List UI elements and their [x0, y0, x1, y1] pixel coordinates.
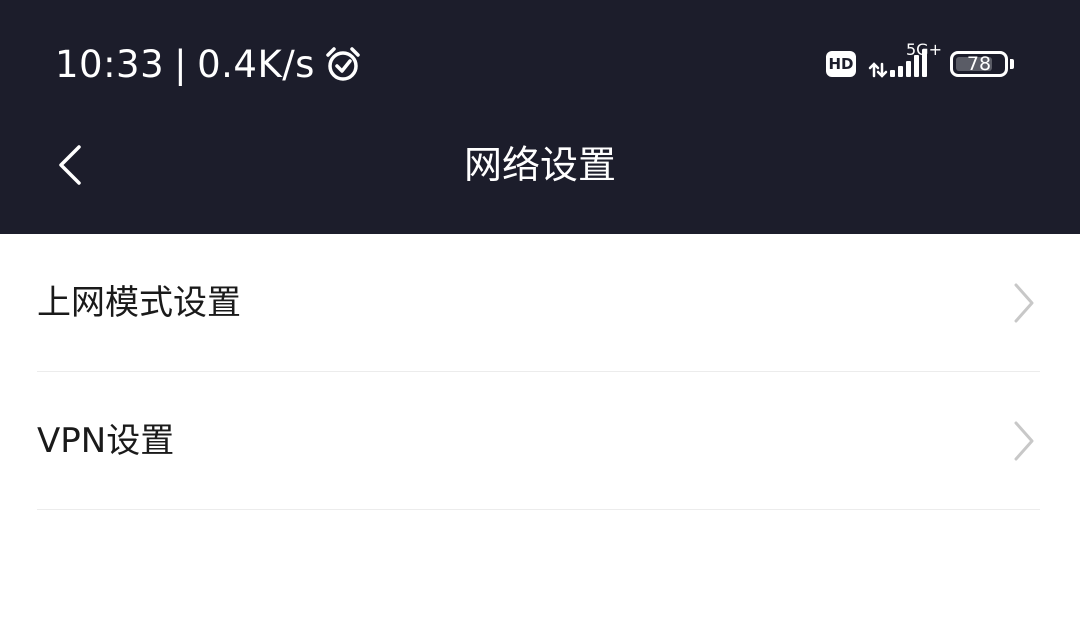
page-title: 网络设置 — [463, 143, 616, 187]
settings-item-internet-mode[interactable]: 上网模式设置 — [0, 234, 1080, 372]
alarm-clock-icon — [326, 47, 360, 81]
battery-level-text: 78 — [966, 53, 992, 75]
settings-item-vpn[interactable]: VPN设置 — [0, 372, 1080, 510]
settings-item-label: VPN设置 — [37, 421, 175, 461]
chevron-right-icon — [1014, 283, 1034, 323]
signal-indicator: 5G+ — [866, 42, 942, 86]
battery-indicator: 78 — [950, 51, 1008, 77]
nav-bar: 网络设置 — [0, 120, 1080, 210]
status-left: 10:33 | 0.4K/s — [55, 40, 363, 88]
status-bar: 10:33 | 0.4K/s HD 5G+ — [0, 0, 1080, 120]
hd-badge: HD — [826, 51, 856, 77]
battery-cap — [1010, 59, 1014, 69]
status-right: HD 5G+ 78 — [826, 42, 1014, 86]
settings-item-label: 上网模式设置 — [37, 283, 241, 323]
divider — [37, 509, 1040, 510]
app-header: 10:33 | 0.4K/s HD 5G+ — [0, 0, 1080, 234]
status-separator: | — [174, 42, 188, 86]
back-button[interactable] — [40, 130, 100, 200]
settings-list: 上网模式设置 VPN设置 — [0, 234, 1080, 510]
chevron-left-icon — [59, 145, 81, 185]
chevron-right-icon — [1014, 421, 1034, 461]
signal-bars-icon — [868, 49, 927, 78]
status-net-speed: 0.4K/s — [197, 42, 315, 86]
status-time: 10:33 — [55, 42, 165, 86]
